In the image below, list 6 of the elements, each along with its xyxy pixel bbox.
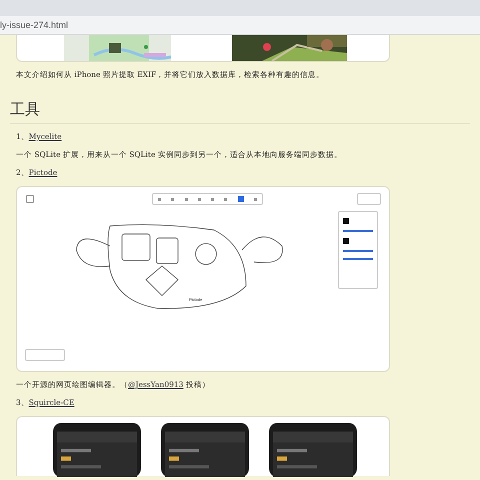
editor-actions: [357, 193, 381, 205]
zoom-control[interactable]: [25, 349, 65, 361]
url-text: ly-issue-274.html: [0, 20, 68, 30]
section-heading: 工具: [10, 100, 41, 119]
menu-button[interactable]: [26, 195, 34, 203]
address-bar[interactable]: ly-issue-274.html: [0, 16, 480, 35]
